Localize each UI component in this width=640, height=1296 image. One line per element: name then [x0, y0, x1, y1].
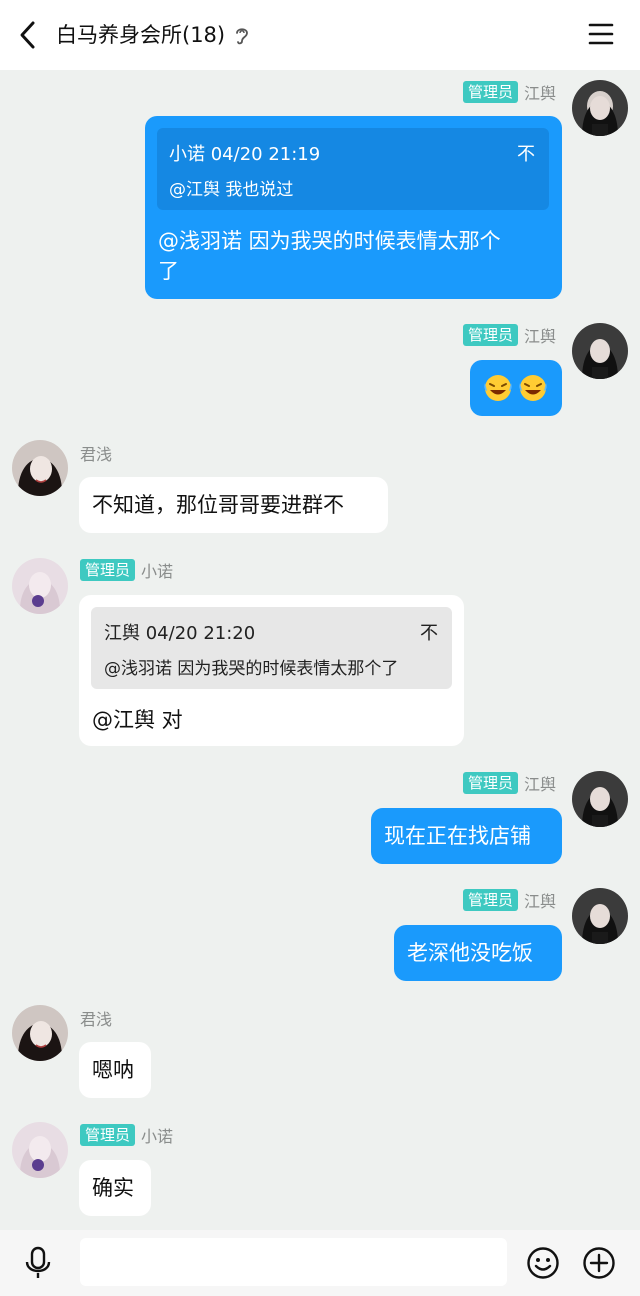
quote-text: @江舆 我也说过 — [169, 180, 294, 200]
smiley-icon[interactable] — [526, 1246, 560, 1284]
sender-line: 管理员 江舆 — [462, 771, 556, 795]
message-text: 嗯呐 — [92, 1058, 134, 1082]
message-text: @浅羽诺 因为我哭的时候表情太那个 — [158, 229, 501, 253]
sender-line: 管理员 小诺 — [80, 1123, 173, 1147]
sender-line: 管理员 江舆 — [462, 323, 556, 347]
sender-name[interactable]: 江舆 — [524, 80, 556, 104]
sender-line: 管理员 小诺 — [80, 558, 173, 582]
quote-header: 小诺 04/20 21:19 — [169, 144, 321, 165]
message-text: 现在正在找店铺 — [384, 824, 531, 848]
message-text: @江舆 对 — [92, 708, 183, 732]
sender-line: 管理员 江舆 — [462, 888, 556, 912]
quote-pin-icon: 不 — [517, 144, 535, 165]
laughing-crying-emoji-icon — [519, 375, 547, 401]
message-text: 老深他没吃饭 — [407, 941, 533, 965]
ear-icon — [234, 25, 250, 45]
message-text: 确实 — [92, 1176, 134, 1200]
input-bar — [0, 1230, 640, 1296]
microphone-icon[interactable] — [24, 1246, 52, 1284]
sender-name[interactable]: 江舆 — [524, 323, 556, 347]
sender-name[interactable]: 小诺 — [141, 1123, 173, 1147]
quoted-message[interactable]: 江舆 04/20 21:20 不 @浅羽诺 因为我哭的时候表情太那个了 — [91, 607, 452, 689]
chat-title[interactable]: 白马养身会所(18) — [56, 0, 225, 70]
plus-circle-icon[interactable] — [582, 1246, 616, 1284]
message-bubble[interactable]: 小诺 04/20 21:19 不 @江舆 我也说过 @浅羽诺 因为我哭的时候表情… — [145, 116, 562, 299]
admin-badge: 管理员 — [462, 889, 518, 911]
avatar[interactable] — [572, 80, 628, 136]
message-text: 不知道，那位哥哥要进群不 — [92, 493, 344, 517]
admin-badge: 管理员 — [80, 559, 136, 581]
avatar[interactable] — [572, 323, 628, 379]
message-bubble[interactable]: 现在正在找店铺 — [371, 808, 562, 864]
quote-header: 江舆 04/20 21:20 — [104, 623, 256, 644]
avatar[interactable] — [572, 771, 628, 827]
admin-badge: 管理员 — [462, 772, 518, 794]
admin-badge: 管理员 — [80, 1124, 136, 1146]
sender-name[interactable]: 江舆 — [524, 888, 556, 912]
back-chevron-left-icon[interactable] — [14, 19, 44, 51]
avatar[interactable] — [572, 888, 628, 944]
quote-text: @浅羽诺 因为我哭的时候表情太那个了 — [104, 659, 399, 679]
message-bubble[interactable]: 确实 — [79, 1160, 151, 1216]
message-input[interactable] — [80, 1238, 507, 1286]
sender-name[interactable]: 江舆 — [524, 771, 556, 795]
sender-line: 管理员 江舆 — [462, 80, 556, 104]
admin-badge: 管理员 — [462, 324, 518, 346]
message-text: 了 — [158, 259, 179, 283]
message-bubble[interactable]: 嗯呐 — [79, 1042, 151, 1098]
message-bubble[interactable]: 老深他没吃饭 — [394, 925, 562, 981]
sender-name[interactable]: 君浅 — [80, 1006, 112, 1030]
message-bubble[interactable]: 江舆 04/20 21:20 不 @浅羽诺 因为我哭的时候表情太那个了 @江舆 … — [79, 595, 464, 746]
message-bubble[interactable] — [470, 360, 562, 416]
admin-badge: 管理员 — [462, 81, 518, 103]
sender-line: 君浅 — [80, 441, 112, 465]
chat-header: 白马养身会所(18) — [0, 0, 640, 70]
sender-line: 君浅 — [80, 1006, 112, 1030]
quoted-message[interactable]: 小诺 04/20 21:19 不 @江舆 我也说过 — [157, 128, 549, 210]
laughing-crying-emoji-icon — [484, 375, 512, 401]
avatar[interactable] — [12, 1122, 68, 1178]
message-bubble[interactable]: 不知道，那位哥哥要进群不 — [79, 477, 388, 533]
menu-icon[interactable] — [588, 22, 614, 46]
sender-name[interactable]: 君浅 — [80, 441, 112, 465]
avatar[interactable] — [12, 1005, 68, 1061]
avatar[interactable] — [12, 440, 68, 496]
quote-pin-icon: 不 — [420, 623, 438, 644]
avatar[interactable] — [12, 558, 68, 614]
sender-name[interactable]: 小诺 — [141, 558, 173, 582]
